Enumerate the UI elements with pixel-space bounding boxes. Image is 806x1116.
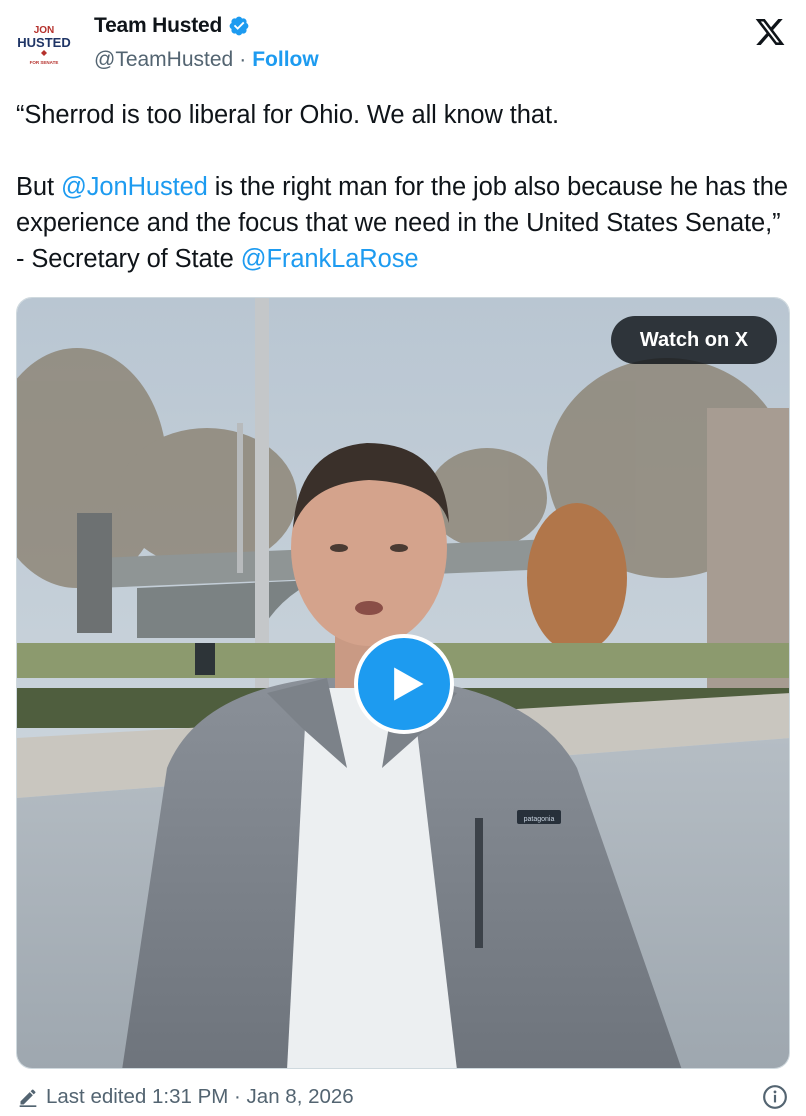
avatar-bottom-text: FOR SENATE [30, 60, 59, 65]
video-player[interactable]: patagonia Watch on X [16, 297, 790, 1069]
play-icon [394, 667, 424, 701]
mention-jonhusted[interactable]: @JonHusted [61, 173, 208, 201]
verified-badge-icon [228, 15, 250, 37]
avatar-logo: JON HUSTED FOR SENATE [14, 14, 74, 74]
separator: · [239, 48, 247, 71]
tweet-text-part-1: But [16, 173, 61, 201]
patagonia-tag: patagonia [524, 816, 555, 823]
info-icon[interactable] [762, 1084, 788, 1110]
follow-button[interactable]: Follow [252, 48, 319, 72]
mention-franklarose[interactable]: @FrankLaRose [241, 245, 419, 273]
handle-row: @TeamHusted · Follow [94, 48, 319, 72]
avatar-name-text: HUSTED [17, 35, 70, 50]
tweet-text: “Sherrod is too liberal for Ohio. We all… [16, 97, 792, 277]
edited-timestamp[interactable]: Last edited 1:31 PM · Jan 8, 2026 [46, 1085, 354, 1109]
x-logo-icon[interactable] [752, 16, 788, 48]
display-name[interactable]: Team Husted [94, 14, 222, 38]
pencil-icon [19, 1089, 37, 1107]
tweet-line-1: “Sherrod is too liberal for Ohio. We all… [16, 101, 559, 129]
handle[interactable]: @TeamHusted [94, 48, 233, 72]
watch-on-x-button[interactable]: Watch on X [611, 316, 777, 364]
name-row: Team Husted [94, 14, 250, 38]
avatar[interactable]: JON HUSTED FOR SENATE [14, 14, 74, 74]
tweet-footer: Last edited 1:31 PM · Jan 8, 2026 [18, 1082, 788, 1112]
play-button[interactable] [354, 634, 454, 734]
tweet-header: JON HUSTED FOR SENATE Team Husted @TeamH… [0, 0, 806, 90]
